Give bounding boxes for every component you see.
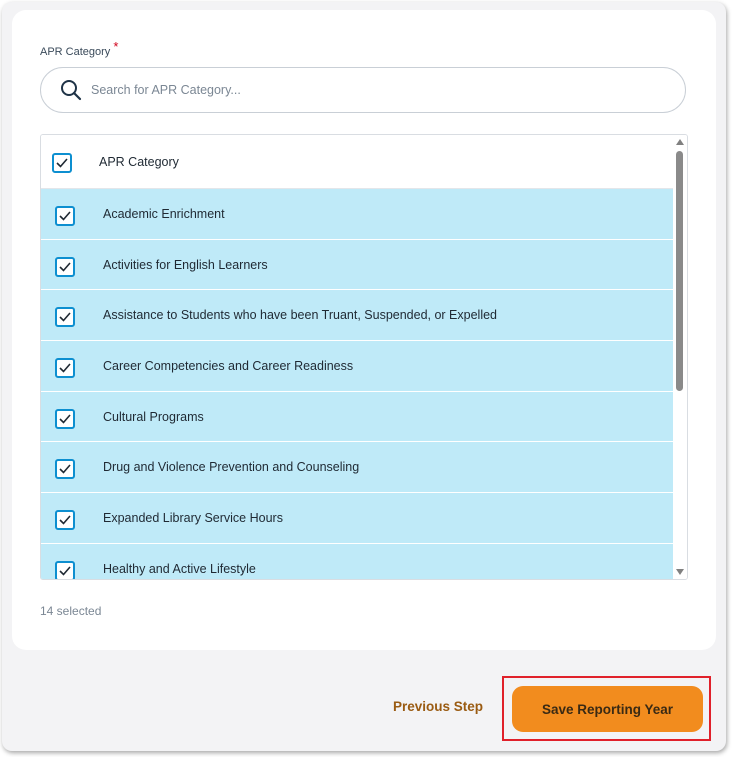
checkbox-checked-icon	[59, 262, 71, 272]
select-all-checkbox[interactable]	[52, 153, 72, 173]
app-frame: APR Category* APR Category	[2, 2, 726, 751]
search-icon	[59, 78, 83, 102]
checkbox-checked-icon	[59, 566, 71, 576]
list-item-label: Cultural Programs	[103, 409, 204, 424]
required-marker: *	[113, 39, 119, 54]
apr-category-label: APR Category *	[40, 39, 118, 58]
list-item-label: Drug and Violence Prevention and Counsel…	[103, 460, 360, 475]
item-checkbox[interactable]	[55, 408, 75, 429]
checkbox-checked-icon	[59, 515, 71, 525]
selected-count: 14 selected	[40, 604, 102, 618]
list-item-label: Assistance to Students who have been Tru…	[103, 308, 498, 323]
list-item-label: Career Competencies and Career Readiness	[103, 359, 354, 374]
list-header: APR Category	[41, 135, 673, 189]
list-item[interactable]: Drug and Violence Prevention and Counsel…	[41, 442, 673, 494]
list-item[interactable]: Expanded Library Service Hours	[41, 493, 673, 544]
list-item[interactable]: Activities for English Learners	[41, 239, 673, 291]
checkbox-checked-icon	[59, 414, 71, 424]
scroll-down-arrow-icon[interactable]	[676, 569, 684, 575]
scrollbar-thumb[interactable]	[676, 151, 683, 391]
checkbox-checked-icon	[56, 158, 68, 168]
item-checkbox[interactable]	[55, 459, 75, 480]
checkbox-checked-icon	[59, 211, 71, 221]
list-rows: Academic Enrichment Activities for Engli…	[41, 189, 673, 579]
item-checkbox[interactable]	[55, 256, 75, 277]
search-input[interactable]	[91, 78, 651, 102]
list-item[interactable]: Assistance to Students who have been Tru…	[41, 290, 673, 342]
item-checkbox[interactable]	[55, 307, 75, 328]
list-item[interactable]: Career Competencies and Career Readiness	[41, 341, 673, 392]
list-header-label: APR Category	[99, 155, 179, 169]
checkbox-checked-icon	[59, 464, 71, 475]
form-card: APR Category* APR Category	[12, 10, 716, 650]
checkbox-checked-icon	[59, 363, 71, 373]
save-reporting-year-button[interactable]: Save Reporting Year	[512, 686, 703, 732]
list-item-label: Academic Enrichment	[103, 207, 225, 221]
checkbox-checked-icon	[59, 312, 71, 323]
item-checkbox[interactable]	[55, 358, 75, 379]
item-checkbox[interactable]	[55, 510, 75, 531]
list-item-label: Activities for English Learners	[103, 257, 268, 272]
search-box[interactable]	[40, 67, 686, 113]
scroll-up-arrow-icon[interactable]	[676, 139, 684, 145]
list-item-label: Expanded Library Service Hours	[103, 511, 283, 526]
list-item[interactable]: Academic Enrichment	[41, 189, 673, 240]
item-checkbox[interactable]	[55, 206, 75, 226]
item-checkbox[interactable]	[55, 560, 75, 579]
list-item-label: Healthy and Active Lifestyle	[103, 561, 256, 576]
list-item[interactable]: Cultural Programs	[41, 391, 673, 443]
field-label-text: APR Category	[40, 46, 111, 58]
previous-step-button[interactable]: Previous Step	[393, 699, 483, 714]
apr-category-list: APR Category Academic Enrichment Activit…	[40, 134, 688, 580]
list-item[interactable]: Healthy and Active Lifestyle	[41, 543, 673, 579]
list-scrollbar[interactable]	[673, 135, 687, 579]
